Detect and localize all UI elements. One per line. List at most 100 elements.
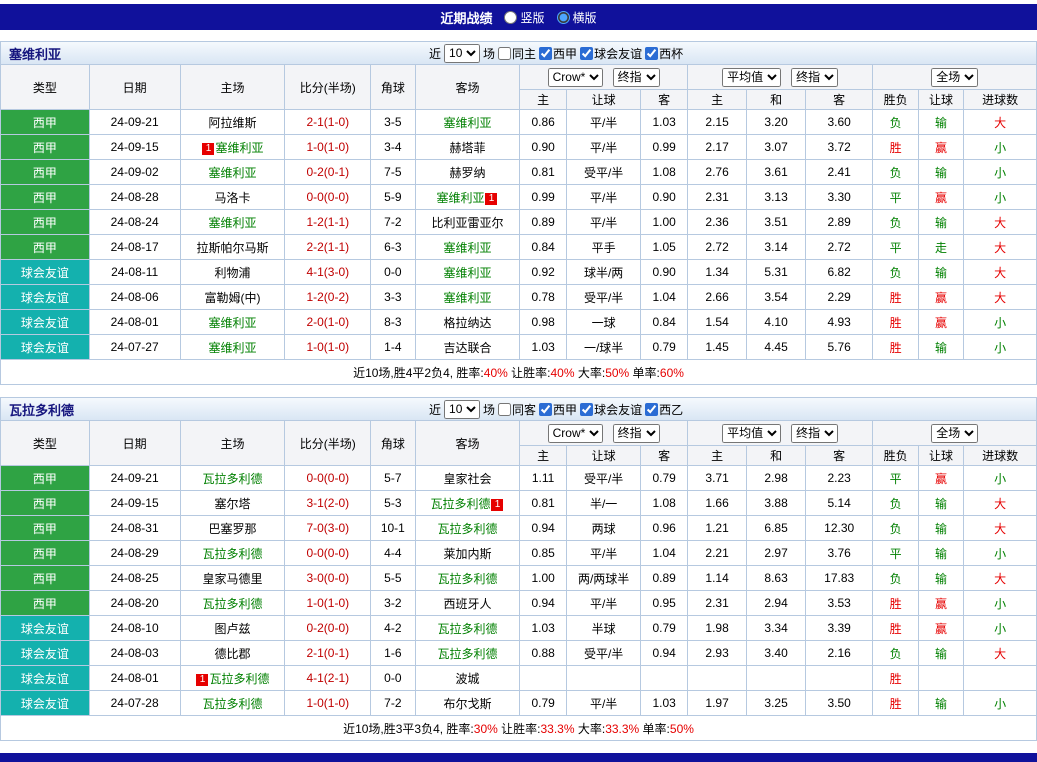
team-name[interactable]: 赫罗纳 xyxy=(449,166,485,180)
team-name[interactable]: 塞维利亚 xyxy=(208,316,256,330)
matches-table: 类型日期主场比分(半场)角球客场Crow*终指平均值终指全场主让球客主和客胜负让… xyxy=(0,420,1037,741)
final-index-select[interactable]: 终指 xyxy=(613,424,660,443)
team-name[interactable]: 塞维利亚 xyxy=(443,241,491,255)
result-win-draw-lose: 胜 xyxy=(873,591,918,616)
competition-filter[interactable]: 西杯 xyxy=(645,45,683,62)
team-name[interactable]: 瓦拉多利德 xyxy=(437,622,497,636)
team-name[interactable]: 塞尔塔 xyxy=(214,497,250,511)
average-select[interactable]: 平均值 xyxy=(722,68,781,87)
team-name[interactable]: 西班牙人 xyxy=(443,597,491,611)
team-name[interactable]: 吉达联合 xyxy=(443,341,491,355)
competition-checkbox[interactable] xyxy=(645,403,658,416)
score: 1-0(1-0) xyxy=(285,591,371,616)
competition-filter[interactable]: 西甲 xyxy=(539,401,577,418)
away-team-cell: 赫塔菲 xyxy=(415,135,520,160)
average-select[interactable]: 平均值 xyxy=(722,424,781,443)
competition-checkbox[interactable] xyxy=(580,403,593,416)
bookmaker-select[interactable]: Crow* xyxy=(548,68,603,87)
team-name[interactable]: 瓦拉多利德 xyxy=(202,697,262,711)
crown-home-odds: 1.11 xyxy=(520,466,566,491)
match-scope-select[interactable]: 全场 xyxy=(931,424,978,443)
team-name[interactable]: 塞维利亚 xyxy=(443,266,491,280)
final-index-select[interactable]: 终指 xyxy=(613,68,660,87)
team-name[interactable]: 利物浦 xyxy=(214,266,250,280)
team-name[interactable]: 塞维利亚 xyxy=(436,191,484,205)
result-win-draw-lose: 平 xyxy=(873,235,918,260)
team-name[interactable]: 皇家马德里 xyxy=(202,572,262,586)
team-name[interactable]: 赫塔菲 xyxy=(449,141,485,155)
match-row: 球会友谊24-08-06富勒姆(中)1-2(0-2)3-3塞维利亚0.78受平/… xyxy=(1,285,1037,310)
competition-filter[interactable]: 西乙 xyxy=(645,401,683,418)
vertical-layout-radio[interactable] xyxy=(504,11,517,24)
horizontal-layout-radio[interactable] xyxy=(557,11,570,24)
avg-draw-odds xyxy=(747,666,806,691)
bookmaker-select[interactable]: Crow* xyxy=(548,424,603,443)
team-name[interactable]: 塞维利亚 xyxy=(443,291,491,305)
competition-checkbox[interactable] xyxy=(580,47,593,60)
crown-home-odds: 0.89 xyxy=(520,210,566,235)
team-name[interactable]: 图卢兹 xyxy=(214,622,250,636)
team-name[interactable]: 阿拉维斯 xyxy=(208,116,256,130)
team-name[interactable]: 塞维利亚 xyxy=(208,166,256,180)
result-handicap: 输 xyxy=(918,566,963,591)
team-name[interactable]: 瓦拉多利德 xyxy=(202,597,262,611)
same-venue-checkbox[interactable] xyxy=(498,403,511,416)
final-index-select[interactable]: 终指 xyxy=(791,424,838,443)
team-name[interactable]: 皇家社会 xyxy=(443,472,491,486)
competition-checkbox[interactable] xyxy=(539,47,552,60)
layout-option-vertical[interactable]: 竖版 xyxy=(504,9,544,26)
final-index-select[interactable]: 终指 xyxy=(791,68,838,87)
team-name[interactable]: 莱加内斯 xyxy=(443,547,491,561)
home-team-cell: 马洛卡 xyxy=(180,185,285,210)
score: 2-2(1-1) xyxy=(285,235,371,260)
same-venue-filter[interactable]: 同客 xyxy=(498,401,536,418)
match-count-select[interactable]: 10 xyxy=(444,400,480,419)
team-name[interactable]: 波城 xyxy=(455,672,479,686)
same-venue-filter[interactable]: 同主 xyxy=(498,45,536,62)
handicap-line: 两球 xyxy=(566,516,641,541)
odds-header-group: 全场 xyxy=(873,65,1037,90)
competition-checkbox[interactable] xyxy=(539,403,552,416)
team-name[interactable]: 马洛卡 xyxy=(214,191,250,205)
match-row: 西甲24-09-21阿拉维斯2-1(1-0)3-5塞维利亚0.86平/半1.03… xyxy=(1,110,1037,135)
team-name[interactable]: 德比郡 xyxy=(214,647,250,661)
competition-filter[interactable]: 球会友谊 xyxy=(580,401,642,418)
match-scope-select[interactable]: 全场 xyxy=(931,68,978,87)
team-name[interactable]: 瓦拉多利德 xyxy=(202,472,262,486)
team-name[interactable]: 瓦拉多利德 xyxy=(437,572,497,586)
avg-draw-odds: 4.45 xyxy=(747,335,806,360)
handicap-line: 受平/半 xyxy=(566,466,641,491)
same-venue-checkbox[interactable] xyxy=(498,47,511,60)
team-name[interactable]: 格拉纳达 xyxy=(443,316,491,330)
home-team-cell: 瓦拉多利德 xyxy=(180,541,285,566)
competition-badge: 西甲 xyxy=(1,235,90,260)
competition-checkbox[interactable] xyxy=(645,47,658,60)
team-name[interactable]: 瓦拉多利德 xyxy=(437,522,497,536)
crown-away-odds: 0.90 xyxy=(641,185,687,210)
team-name[interactable]: 巴塞罗那 xyxy=(208,522,256,536)
team-name[interactable]: 拉斯帕尔马斯 xyxy=(196,241,268,255)
team-name[interactable]: 塞维利亚 xyxy=(215,141,263,155)
match-count-select[interactable]: 10 xyxy=(444,44,480,63)
competition-filter[interactable]: 球会友谊 xyxy=(580,45,642,62)
corners: 7-2 xyxy=(371,210,415,235)
score: 0-0(0-0) xyxy=(285,466,371,491)
team-name[interactable]: 塞维利亚 xyxy=(443,116,491,130)
team-name[interactable]: 比利亚雷亚尔 xyxy=(431,216,503,230)
competition-filter[interactable]: 西甲 xyxy=(539,45,577,62)
team-name[interactable]: 布尔戈斯 xyxy=(443,697,491,711)
layout-option-horizontal[interactable]: 横版 xyxy=(557,9,597,26)
crown-away-odds: 0.84 xyxy=(641,310,687,335)
corners: 1-6 xyxy=(371,641,415,666)
match-date: 24-09-21 xyxy=(89,110,180,135)
team-name[interactable]: 塞维利亚 xyxy=(208,341,256,355)
team-name[interactable]: 瓦拉多利德 xyxy=(209,672,269,686)
team-name[interactable]: 瓦拉多利德 xyxy=(430,497,490,511)
team-name[interactable]: 富勒姆(中) xyxy=(204,291,260,305)
team-name[interactable]: 瓦拉多利德 xyxy=(202,547,262,561)
match-row: 球会友谊24-08-10图卢兹0-2(0-0)4-2瓦拉多利德1.03半球0.7… xyxy=(1,616,1037,641)
column-header: 主 xyxy=(520,446,566,466)
team-name[interactable]: 瓦拉多利德 xyxy=(437,647,497,661)
team-name[interactable]: 塞维利亚 xyxy=(208,216,256,230)
avg-away-odds: 6.82 xyxy=(805,260,873,285)
